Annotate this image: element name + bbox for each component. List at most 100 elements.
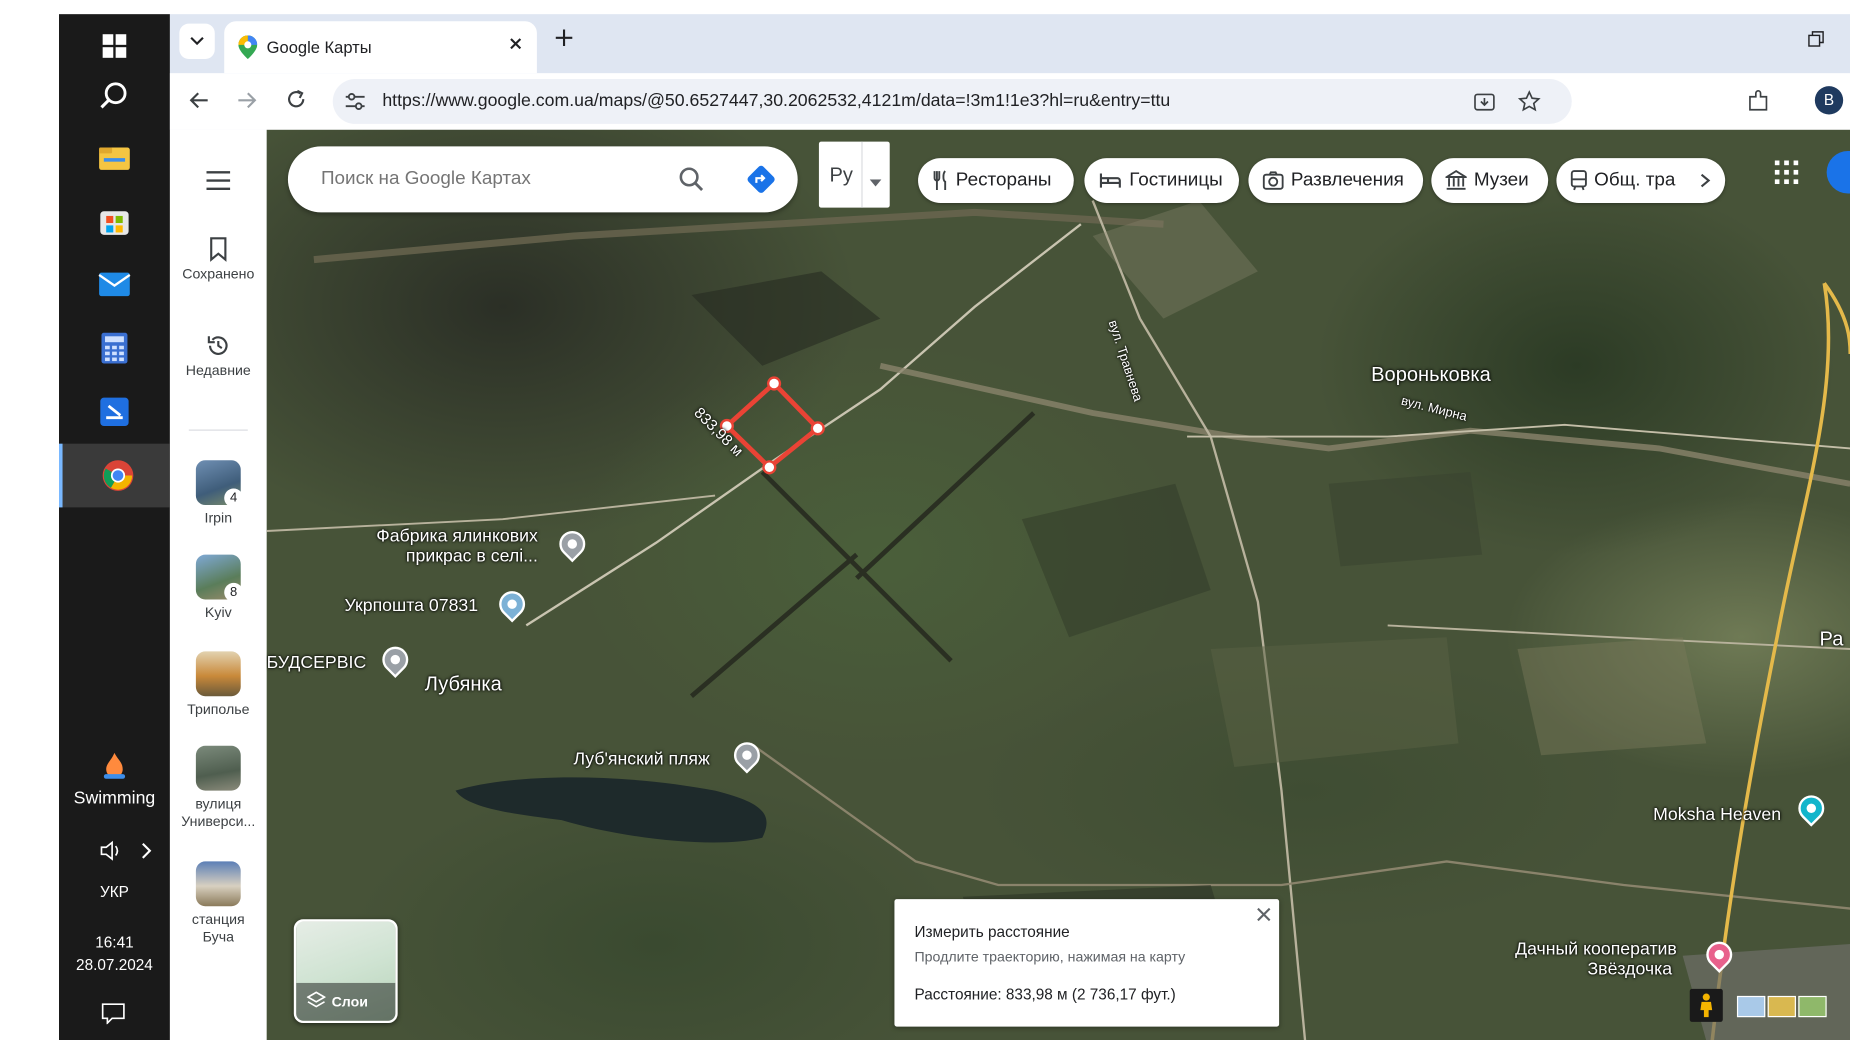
chevron-right-icon — [1700, 173, 1711, 188]
category-restaurants[interactable]: Рестораны — [918, 158, 1074, 203]
bookmark-icon — [210, 237, 227, 262]
install-app-icon[interactable] — [1473, 90, 1497, 120]
notification-icon[interactable] — [101, 1003, 125, 1030]
extensions-icon[interactable] — [1746, 90, 1770, 120]
place-label: Irpin — [204, 509, 233, 527]
category-label: Развлечения — [1290, 169, 1404, 190]
map-label-edge: Ра — [1819, 627, 1844, 651]
place-label: Kyiv — [204, 604, 232, 621]
address-bar[interactable]: https://www.google.com.ua/maps/@50.65274… — [332, 79, 1572, 124]
map-label-budservis[interactable]: БУДСЕРВІС — [267, 653, 367, 673]
tab-title: Google Карты — [266, 37, 372, 57]
calculator-icon[interactable] — [59, 316, 170, 380]
search-box — [287, 146, 798, 213]
rail-place-kyiv[interactable]: 8 Kyiv — [170, 554, 267, 621]
chevron-right-icon[interactable] — [139, 840, 153, 867]
bookmark-star-icon[interactable] — [1517, 90, 1541, 120]
windows-taskbar: Swimming УКР 16:41 28.07.2024 — [58, 14, 174, 1040]
rail-place-street[interactable]: вулиця Универси... — [170, 745, 267, 831]
category-hotels[interactable]: Гостиницы — [1084, 158, 1239, 203]
rail-saved-label: Сохранено — [182, 265, 255, 283]
map-label-ukrposhta[interactable]: Укрпошта 07831 — [345, 596, 479, 616]
clock-date[interactable]: 28.07.2024 — [59, 956, 170, 974]
language-indicator[interactable]: УКР — [59, 883, 170, 901]
map-label-beach[interactable]: Луб'янский пляж — [573, 749, 709, 769]
rail-place-irpin[interactable]: 4 Irpin — [170, 460, 267, 526]
search-icon[interactable] — [59, 64, 170, 128]
layers-button[interactable]: Слои — [293, 919, 398, 1024]
category-transit[interactable]: Общ. тра — [1556, 158, 1726, 203]
map-label-dacha-coop[interactable]: Дачный кооператив Звёздочка — [1515, 939, 1677, 979]
maps-side-rail: Сохранено Недавние 4 Irpin 8 Kyiv Трипол… — [169, 129, 267, 1040]
new-tab-icon[interactable] — [555, 28, 574, 53]
category-entertainment[interactable]: Развлечения — [1248, 158, 1424, 203]
speaker-icon[interactable] — [99, 840, 123, 867]
directions-icon[interactable] — [746, 164, 777, 201]
rail-divider — [188, 429, 248, 431]
profile-avatar[interactable]: В — [1814, 86, 1844, 115]
dropdown-arrow-icon — [869, 171, 882, 192]
imagery-thumbnail[interactable] — [1798, 995, 1827, 1018]
restaurant-icon — [933, 170, 947, 190]
file-explorer-icon[interactable] — [59, 126, 170, 190]
imagery-thumbnail[interactable] — [1767, 995, 1796, 1018]
category-label: Музеи — [1473, 169, 1529, 190]
mail-icon[interactable] — [59, 253, 170, 317]
rail-place-tripolie[interactable]: Триполье — [170, 651, 267, 717]
microsoft-store-icon[interactable] — [59, 189, 170, 253]
imagery-thumbnail[interactable] — [1736, 995, 1766, 1018]
layers-icon — [306, 991, 326, 1008]
coop-name-line2: Звёздочка — [1587, 959, 1673, 980]
rail-saved[interactable]: Сохранено — [170, 236, 267, 282]
close-icon[interactable] — [1256, 906, 1273, 928]
search-input[interactable] — [318, 162, 666, 196]
street-view-pegman-icon[interactable] — [1689, 988, 1723, 1022]
app-icon[interactable] — [59, 380, 170, 444]
rail-recent[interactable]: Недавние — [170, 333, 267, 379]
category-label: Общ. тра — [1594, 169, 1676, 190]
satellite-map[interactable]: Ру Рестораны Гостиницы Развлечения Музеи… — [266, 129, 1850, 1040]
clock-time[interactable]: 16:41 — [59, 933, 170, 951]
category-label: Гостиницы — [1129, 169, 1223, 190]
back-icon[interactable] — [189, 90, 210, 117]
history-icon — [207, 336, 228, 355]
google-maps-favicon-icon — [238, 35, 258, 64]
measure-panel-hint: Продлите траекторию, нажимая на карту — [914, 948, 1186, 966]
close-tab-icon[interactable] — [507, 35, 524, 57]
measure-path[interactable] — [715, 372, 845, 490]
layers-label: Слои — [331, 993, 368, 1011]
map-label-moksha[interactable]: Moksha Heaven — [1653, 805, 1781, 825]
place-thumbnail — [195, 745, 241, 791]
place-count-badge: 8 — [224, 582, 244, 602]
place-thumbnail: 4 — [195, 460, 244, 508]
measure-panel-title: Измерить расстояние — [914, 922, 1070, 941]
tab-google-maps[interactable]: Google Карты — [224, 21, 537, 74]
coop-name-line1: Дачный кооператив — [1515, 939, 1677, 960]
place-label: станция Буча — [191, 910, 245, 946]
factory-name-line1: Фабрика ялинкових — [376, 526, 538, 547]
menu-icon[interactable] — [204, 170, 232, 197]
museum-icon — [1445, 169, 1467, 190]
language-select[interactable]: Ру — [818, 141, 890, 208]
browser-chrome: Google Карты https://www.google.com.ua/m… — [169, 14, 1850, 130]
place-thumbnail — [195, 651, 241, 697]
reload-icon[interactable] — [286, 88, 307, 115]
category-museums[interactable]: Музеи — [1431, 158, 1549, 203]
place-label: Триполье — [187, 700, 250, 718]
map-label-voronkovka[interactable]: Вороньковка — [1371, 363, 1491, 387]
chrome-icon[interactable] — [58, 443, 174, 508]
map-label-lubianka[interactable]: Лубянка — [425, 673, 502, 697]
url-text[interactable]: https://www.google.com.ua/maps/@50.65274… — [382, 91, 1170, 111]
restore-window-icon[interactable] — [1808, 31, 1825, 53]
rail-place-bucha[interactable]: станция Буча — [170, 861, 267, 946]
search-icon[interactable] — [677, 165, 705, 199]
site-settings-icon[interactable] — [345, 92, 366, 117]
tab-search-button[interactable] — [179, 23, 215, 59]
measure-panel-distance: Расстояние: 833,98 м (2 736,17 фут.) — [914, 985, 1176, 1003]
factory-name-line2: прикрас в селі... — [405, 546, 538, 567]
transit-icon — [1570, 170, 1587, 191]
google-apps-icon[interactable] — [1774, 160, 1799, 190]
map-label-factory[interactable]: Фабрика ялинкових прикрас в селі... — [371, 526, 538, 566]
weather-label: Swimming — [73, 788, 156, 809]
forward-icon[interactable] — [236, 90, 257, 117]
